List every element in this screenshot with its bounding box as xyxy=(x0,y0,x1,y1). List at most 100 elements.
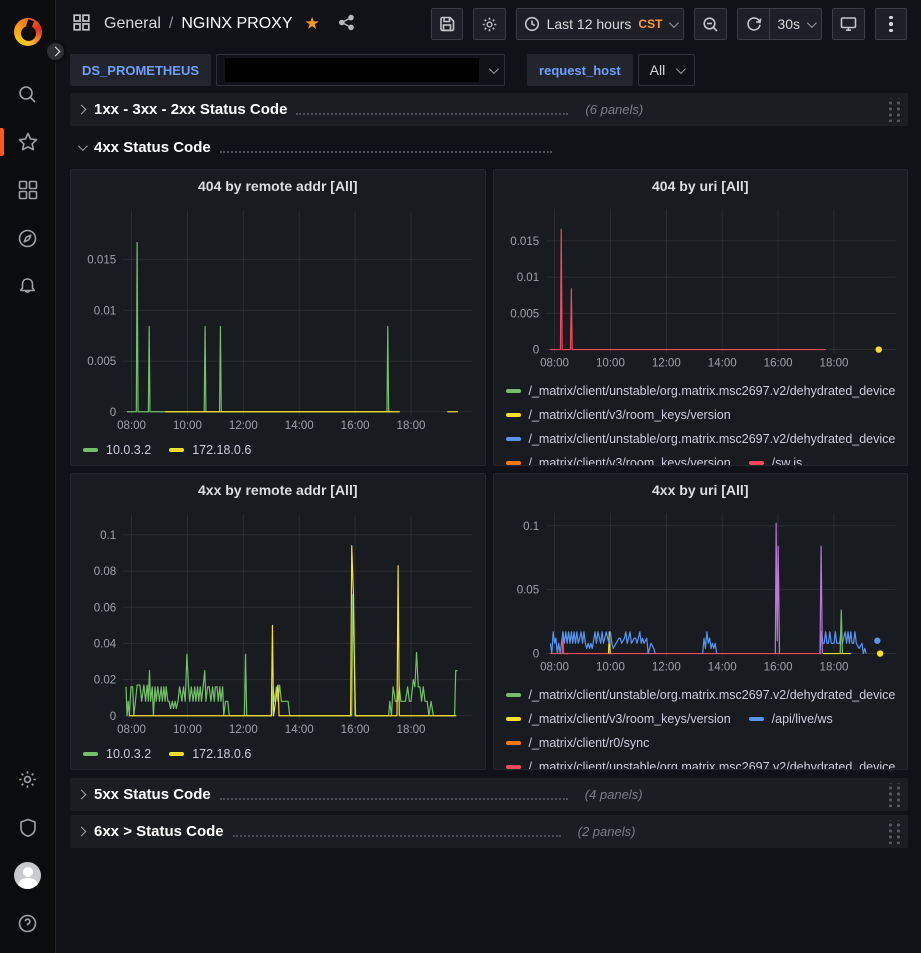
row-header-1xx-3xx-2xx[interactable]: 1xx - 3xx - 2xx Status Code (6 panels) xyxy=(70,93,908,126)
series-point xyxy=(876,650,882,656)
favorite-star-icon[interactable]: ★ xyxy=(305,14,320,34)
grafana-logo-icon xyxy=(14,18,42,46)
sidebar-item-configuration[interactable] xyxy=(0,755,56,803)
legend-item[interactable]: /_matrix/client/unstable/org.matrix.msc2… xyxy=(506,686,896,703)
monitor-icon xyxy=(840,16,857,32)
refresh-button[interactable] xyxy=(737,8,769,40)
sidebar-item-server-admin[interactable] xyxy=(0,803,56,851)
series-point xyxy=(874,637,880,643)
svg-text:0.04: 0.04 xyxy=(94,638,117,650)
legend-label: /_matrix/client/unstable/org.matrix.msc2… xyxy=(529,688,896,702)
datasource-variable-select[interactable] xyxy=(216,54,505,86)
legend-item[interactable]: /_matrix/client/v3/room_keys/version xyxy=(506,710,731,727)
legend-item[interactable]: /sw.js xyxy=(749,454,803,465)
breadcrumb-separator: / xyxy=(169,15,173,33)
dotted-leader xyxy=(220,790,568,800)
row-panel-count: (6 panels) xyxy=(585,102,643,117)
refresh-icon xyxy=(746,16,762,32)
chevron-right-icon xyxy=(51,47,61,57)
host-variable-value: All xyxy=(650,62,666,78)
legend-swatch xyxy=(749,461,764,465)
svg-text:0.005: 0.005 xyxy=(510,308,539,320)
series-line xyxy=(819,632,865,654)
series-line xyxy=(550,632,655,654)
more-options-button[interactable] xyxy=(875,8,907,40)
legend-label: 10.0.3.2 xyxy=(106,443,151,457)
chart-legend: /_matrix/client/unstable/org.matrix.msc2… xyxy=(500,382,902,465)
refresh-interval-picker[interactable]: 30s xyxy=(769,8,822,40)
legend-item[interactable]: /_matrix/client/unstable/org.matrix.msc2… xyxy=(506,430,896,447)
legend-item[interactable]: 172.18.0.6 xyxy=(169,441,251,458)
chart-legend: 10.0.3.2 172.18.0.6 xyxy=(77,441,479,458)
row-drag-handle[interactable] xyxy=(885,98,902,122)
legend-label: /_matrix/client/unstable/org.matrix.msc2… xyxy=(529,384,896,398)
panel-404-by-uri: 404 by uri [All] 00.0050.010.01508:0010:… xyxy=(493,169,909,466)
tv-mode-button[interactable] xyxy=(832,8,865,40)
question-icon xyxy=(17,913,38,934)
sidebar-item-alerting[interactable] xyxy=(0,262,56,310)
sidebar-item-dashboards[interactable] xyxy=(0,166,56,214)
legend-item[interactable]: /_matrix/client/unstable/org.matrix.msc2… xyxy=(506,758,896,769)
row-title: 6xx > Status Code xyxy=(94,823,224,840)
row-title: 4xx Status Code xyxy=(94,139,211,156)
sidebar-expand-button[interactable] xyxy=(44,40,67,63)
sidebar-item-profile[interactable] xyxy=(0,851,56,899)
legend-item[interactable]: /_matrix/client/r0/sync xyxy=(506,734,650,751)
dotted-leader xyxy=(233,827,561,837)
zoom-out-button[interactable] xyxy=(694,8,727,40)
series-line xyxy=(702,632,716,654)
legend-swatch xyxy=(83,448,98,452)
panel-404-by-remote-addr: 404 by remote addr [All] 00.0050.010.015… xyxy=(70,169,486,466)
row-header-6xx[interactable]: 6xx > Status Code (2 panels) xyxy=(70,815,908,848)
row-header-4xx[interactable]: 4xx Status Code xyxy=(70,131,908,164)
sidebar-item-help[interactable] xyxy=(0,899,56,947)
breadcrumb: General / NGINX PROXY ★ xyxy=(73,14,355,34)
host-variable-select[interactable]: All xyxy=(638,54,696,86)
save-dashboard-button[interactable] xyxy=(431,8,463,40)
refresh-interval-label: 30s xyxy=(777,16,800,32)
svg-text:18:00: 18:00 xyxy=(397,420,426,432)
series-line xyxy=(549,632,821,654)
legend-item[interactable]: 172.18.0.6 xyxy=(169,745,251,762)
share-icon[interactable] xyxy=(338,14,355,34)
panel-title[interactable]: 404 by remote addr [All] xyxy=(77,170,479,200)
panel-title[interactable]: 404 by uri [All] xyxy=(500,170,902,198)
svg-text:16:00: 16:00 xyxy=(341,724,370,736)
dashboard-settings-button[interactable] xyxy=(473,8,506,40)
svg-text:14:00: 14:00 xyxy=(707,357,736,369)
row-header-5xx[interactable]: 5xx Status Code (4 panels) xyxy=(70,778,908,811)
sidebar-item-explore[interactable] xyxy=(0,214,56,262)
svg-text:0: 0 xyxy=(532,648,538,660)
legend-item[interactable]: /_matrix/client/v3/room_keys/version xyxy=(506,454,731,465)
svg-text:08:00: 08:00 xyxy=(540,661,569,673)
star-icon xyxy=(17,131,39,153)
svg-text:0.015: 0.015 xyxy=(510,236,539,248)
legend-item[interactable]: /api/live/ws xyxy=(749,710,833,727)
chevron-down-icon xyxy=(807,18,817,28)
variables-row: DS_PROMETHEUS request_host All xyxy=(70,54,908,86)
panel-title[interactable]: 4xx by remote addr [All] xyxy=(77,474,479,504)
legend-label: 172.18.0.6 xyxy=(192,747,251,761)
legend-swatch xyxy=(506,389,521,393)
svg-text:12:00: 12:00 xyxy=(229,724,258,736)
legend-item[interactable]: /_matrix/client/v3/room_keys/version xyxy=(506,406,731,423)
row-drag-handle[interactable] xyxy=(885,820,902,844)
sidebar-item-search[interactable] xyxy=(0,70,56,118)
dashboard-title[interactable]: NGINX PROXY xyxy=(181,15,292,33)
legend-item[interactable]: /_matrix/client/unstable/org.matrix.msc2… xyxy=(506,382,896,399)
panel-title[interactable]: 4xx by uri [All] xyxy=(500,474,902,502)
clock-icon xyxy=(524,16,540,32)
timeseries-chart: 00.050.108:0010:0012:0014:0016:0018:00 xyxy=(500,507,902,679)
svg-text:0.02: 0.02 xyxy=(94,675,116,687)
grafana-app: General / NGINX PROXY ★ Last 12 hours xyxy=(0,0,921,953)
legend-label: /_matrix/client/unstable/org.matrix.msc2… xyxy=(529,760,896,769)
svg-text:16:00: 16:00 xyxy=(763,661,792,673)
breadcrumb-folder[interactable]: General xyxy=(104,15,161,33)
sidebar-item-starred[interactable] xyxy=(0,118,56,166)
legend-item[interactable]: 10.0.3.2 xyxy=(83,745,151,762)
row-drag-handle[interactable] xyxy=(885,783,902,807)
legend-item[interactable]: 10.0.3.2 xyxy=(83,441,151,458)
time-range-picker[interactable]: Last 12 hours CST xyxy=(516,8,685,40)
series-line xyxy=(126,595,457,716)
svg-text:18:00: 18:00 xyxy=(819,357,848,369)
